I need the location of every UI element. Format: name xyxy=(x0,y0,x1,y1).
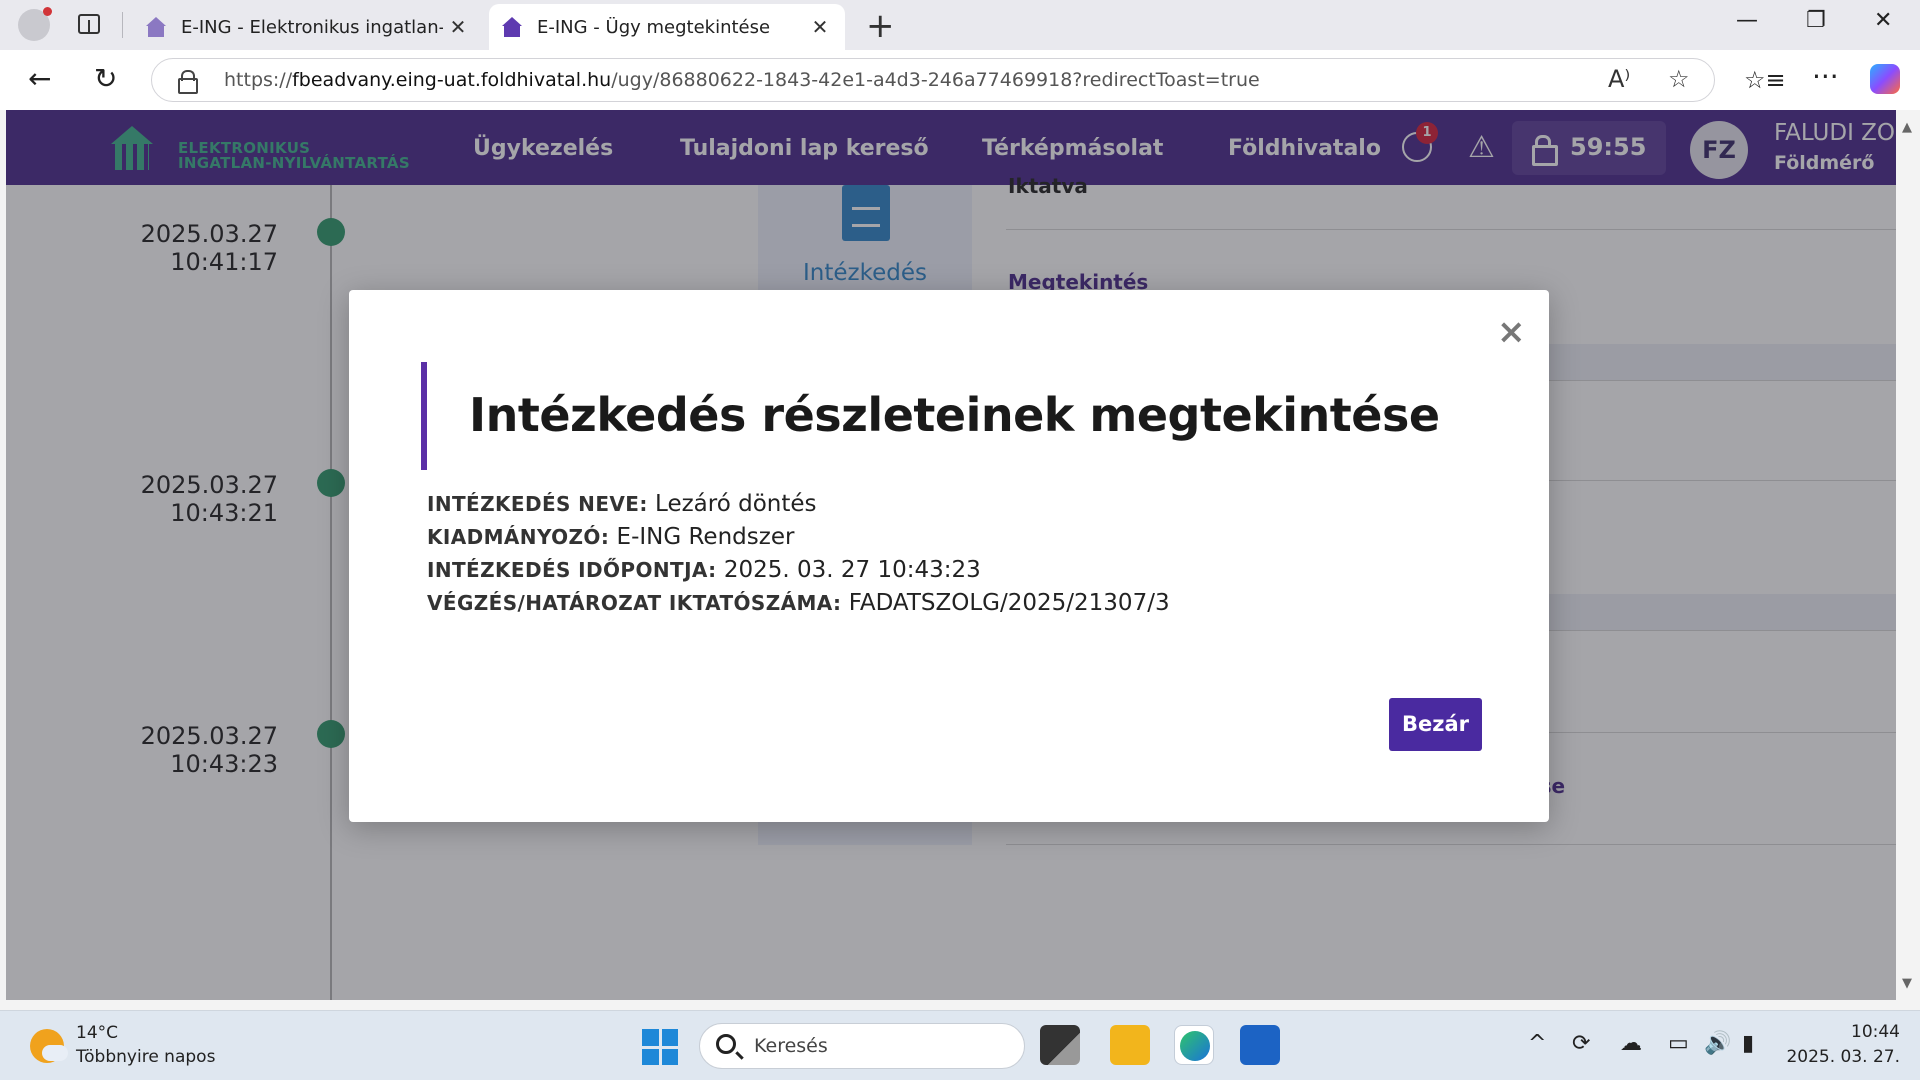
scroll-up-icon[interactable]: ▲ xyxy=(1902,120,1912,135)
search-icon xyxy=(716,1034,736,1054)
title-accent-bar xyxy=(421,362,427,470)
refresh-icon[interactable]: ↻ xyxy=(94,62,117,95)
page-scrollbar[interactable]: ▲ ▼ xyxy=(1896,110,1920,1000)
browser-tab-eing-home[interactable]: E-ING - Elektronikus ingatlan-nyil ✕ xyxy=(133,4,483,50)
house-favicon-icon xyxy=(501,17,523,37)
volume-icon[interactable]: 🔊 xyxy=(1704,1031,1731,1056)
taskbar: 14°C Többnyire napos Keresés ^ ⟳ ☁ ▭ 🔊 ▮… xyxy=(0,1010,1920,1080)
close-button[interactable]: Bezár xyxy=(1389,698,1482,751)
weather-description[interactable]: Többnyire napos xyxy=(76,1047,215,1067)
new-tab-icon[interactable]: + xyxy=(866,6,895,46)
favorites-icon[interactable]: ☆≡ xyxy=(1744,66,1786,94)
tab-title: E-ING - Ügy megtekintése xyxy=(537,16,771,38)
field-decision-number: VÉGZÉS/HATÁROZAT IKTATÓSZÁMA: FADATSZOLG… xyxy=(427,590,1170,616)
weather-temperature[interactable]: 14°C xyxy=(76,1023,118,1043)
house-favicon-icon xyxy=(145,17,167,37)
field-action-time: INTÉZKEDÉS IDŐPONTJA: 2025. 03. 27 10:43… xyxy=(427,557,981,583)
favorite-icon[interactable]: ☆ xyxy=(1668,65,1690,93)
battery-icon[interactable]: ▮ xyxy=(1742,1031,1754,1056)
lock-icon[interactable] xyxy=(178,70,198,94)
taskbar-search-input[interactable]: Keresés xyxy=(699,1023,1025,1069)
clock-date[interactable]: 2025. 03. 27. xyxy=(1780,1047,1900,1067)
profile-icon[interactable] xyxy=(18,7,52,41)
store-icon[interactable] xyxy=(1240,1025,1280,1065)
cloud-icon[interactable]: ☁ xyxy=(1620,1031,1642,1056)
modal-title: Intézkedés részleteinek megtekintése xyxy=(469,388,1440,442)
close-tab-icon[interactable]: ✕ xyxy=(805,15,835,39)
read-aloud-icon[interactable]: A⁾ xyxy=(1608,65,1630,93)
minimize-icon[interactable]: — xyxy=(1736,8,1758,33)
field-action-name: INTÉZKEDÉS NEVE: Lezáró döntés xyxy=(427,491,817,517)
copilot-icon[interactable] xyxy=(1870,64,1900,94)
tab-separator xyxy=(122,12,123,38)
web-page: ELEKTRONIKUS INGATLAN-NYILVÁNTARTÁS Ügyk… xyxy=(6,110,1896,1000)
sync-icon[interactable]: ⟳ xyxy=(1572,1031,1590,1056)
browser-tab-ugy[interactable]: E-ING - Ügy megtekintése ✕ xyxy=(489,4,845,50)
tab-actions-icon[interactable] xyxy=(78,14,100,34)
chevron-up-icon[interactable]: ^ xyxy=(1528,1031,1546,1056)
close-tab-icon[interactable]: ✕ xyxy=(443,15,473,39)
tab-title: E-ING - Elektronikus ingatlan-nyil xyxy=(181,16,443,38)
clock-time[interactable]: 10:44 xyxy=(1820,1022,1900,1042)
back-icon[interactable]: ← xyxy=(28,62,51,95)
scroll-down-icon[interactable]: ▼ xyxy=(1902,976,1912,991)
network-icon[interactable]: ▭ xyxy=(1668,1031,1689,1056)
action-details-modal: × Intézkedés részleteinek megtekintése I… xyxy=(349,290,1549,822)
edge-browser-icon[interactable] xyxy=(1174,1025,1214,1065)
file-explorer-icon[interactable] xyxy=(1110,1025,1150,1065)
window-close-icon[interactable]: ✕ xyxy=(1874,8,1892,33)
more-icon[interactable]: ··· xyxy=(1812,60,1839,93)
browser-toolbar: ← ↻ https://fbeadvany.eing-uat.foldhivat… xyxy=(0,50,1920,110)
search-placeholder: Keresés xyxy=(754,1035,828,1057)
close-icon[interactable]: × xyxy=(1497,312,1526,352)
browser-tab-strip: E-ING - Elektronikus ingatlan-nyil ✕ E-I… xyxy=(0,0,1920,50)
windows-start-icon[interactable] xyxy=(642,1029,678,1065)
field-issuer: KIADMÁNYOZÓ: E-ING Rendszer xyxy=(427,524,795,550)
restore-icon[interactable]: ❐ xyxy=(1806,8,1826,33)
url-text[interactable]: https://fbeadvany.eing-uat.foldhivatal.h… xyxy=(224,69,1260,91)
address-bar[interactable]: https://fbeadvany.eing-uat.foldhivatal.h… xyxy=(151,58,1715,102)
task-view-icon[interactable] xyxy=(1040,1025,1080,1065)
weather-sun-cloud-icon[interactable] xyxy=(30,1029,68,1063)
